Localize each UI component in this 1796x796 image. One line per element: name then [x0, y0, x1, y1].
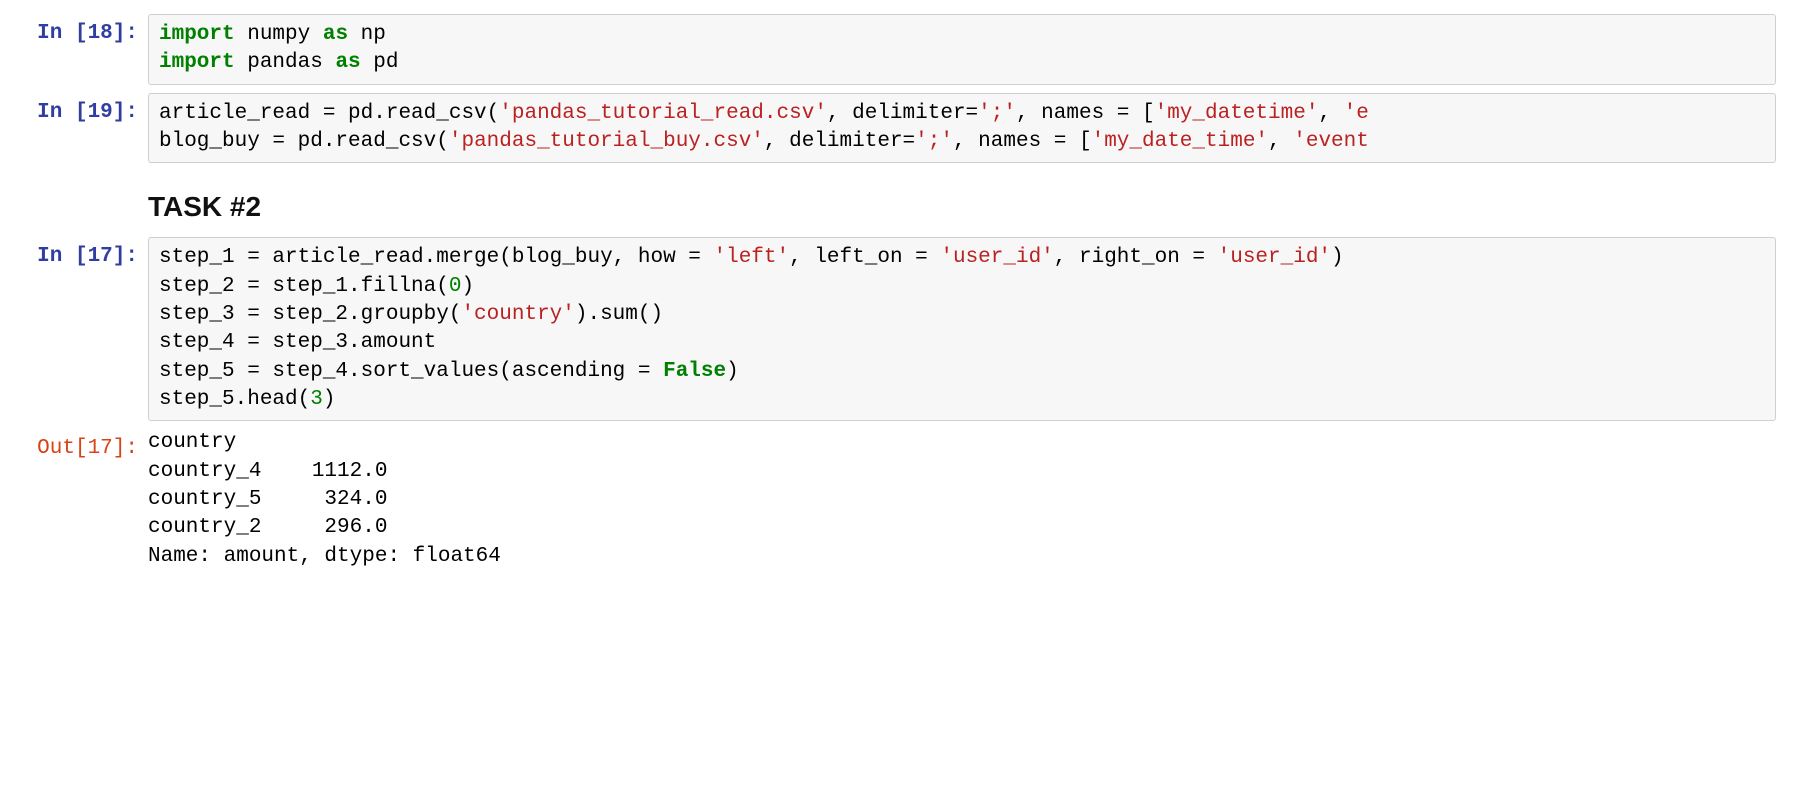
markdown-body[interactable]: TASK #2 — [148, 171, 1796, 229]
code-cell: In [18]: import numpy as np import panda… — [0, 10, 1796, 89]
task-heading: TASK #2 — [148, 191, 1796, 223]
output-text: country country_4 1112.0 country_5 324.0… — [148, 429, 1776, 571]
code-output: Out[17]: country country_4 1112.0 countr… — [0, 425, 1796, 575]
output-prompt: Out[17]: — [0, 429, 148, 463]
markdown-cell: TASK #2 — [0, 167, 1796, 233]
notebook: In [18]: import numpy as np import panda… — [0, 0, 1796, 605]
code-text[interactable]: import numpy as np import pandas as pd — [159, 21, 1765, 78]
code-text[interactable]: article_read = pd.read_csv('pandas_tutor… — [159, 100, 1765, 157]
output-body: country country_4 1112.0 country_5 324.0… — [148, 429, 1796, 571]
code-input-area[interactable]: step_1 = article_read.merge(blog_buy, ho… — [148, 237, 1776, 421]
code-cell: In [19]: article_read = pd.read_csv('pan… — [0, 89, 1796, 168]
cell-body: article_read = pd.read_csv('pandas_tutor… — [148, 93, 1796, 164]
code-input-area[interactable]: article_read = pd.read_csv('pandas_tutor… — [148, 93, 1776, 164]
cell-body: import numpy as np import pandas as pd — [148, 14, 1796, 85]
input-prompt: In [19]: — [0, 93, 148, 127]
code-input-area[interactable]: import numpy as np import pandas as pd — [148, 14, 1776, 85]
code-cell: In [17]: step_1 = article_read.merge(blo… — [0, 233, 1796, 425]
input-prompt: In [18]: — [0, 14, 148, 48]
code-text[interactable]: step_1 = article_read.merge(blog_buy, ho… — [159, 244, 1765, 414]
cell-body: step_1 = article_read.merge(blog_buy, ho… — [148, 237, 1796, 421]
empty-prompt — [0, 171, 148, 177]
input-prompt: In [17]: — [0, 237, 148, 271]
